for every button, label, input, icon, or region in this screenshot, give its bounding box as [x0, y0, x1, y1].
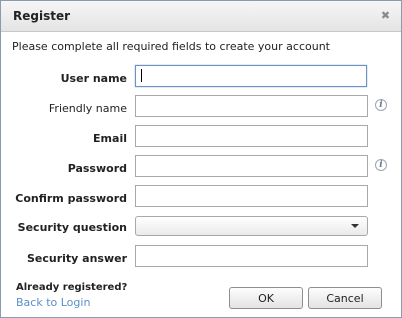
instructions-text: Please complete all required fields to c…: [12, 40, 330, 53]
ok-button[interactable]: OK: [229, 287, 303, 309]
dialog-titlebar: Register ✖: [1, 1, 401, 32]
chevron-down-icon: [351, 224, 359, 228]
security-question-row: Security question: [1, 216, 401, 242]
password-input[interactable]: [135, 155, 368, 177]
text-caret: [141, 69, 142, 82]
friendly-name-label: Friendly name: [48, 102, 127, 115]
user-name-input[interactable]: [135, 65, 367, 87]
confirm-password-input[interactable]: [135, 185, 368, 207]
email-input[interactable]: [135, 125, 368, 147]
user-name-row: User name: [1, 65, 401, 91]
already-registered-text: Already registered?: [16, 282, 128, 293]
security-question-label: Security question: [17, 221, 127, 234]
security-answer-row: Security answer: [1, 245, 401, 271]
confirm-password-label: Confirm password: [15, 192, 127, 205]
password-label: Password: [67, 162, 127, 175]
back-to-login-link[interactable]: Back to Login: [16, 296, 90, 309]
cancel-button[interactable]: Cancel: [308, 287, 382, 309]
friendly-name-input[interactable]: [135, 95, 368, 117]
close-icon[interactable]: ✖: [380, 10, 391, 21]
friendly-name-row: Friendly name i: [1, 95, 401, 121]
confirm-password-row: Confirm password: [1, 185, 401, 211]
info-icon[interactable]: i: [375, 159, 387, 171]
email-label: Email: [93, 132, 127, 145]
password-row: Password i: [1, 155, 401, 181]
dialog-title: Register: [13, 9, 71, 23]
register-dialog: Register ✖ Please complete all required …: [0, 0, 402, 318]
email-row: Email: [1, 125, 401, 151]
security-question-select[interactable]: [135, 216, 368, 236]
security-answer-input[interactable]: [135, 245, 368, 267]
security-answer-label: Security answer: [26, 252, 127, 265]
user-name-label: User name: [60, 72, 127, 85]
info-icon[interactable]: i: [375, 99, 387, 111]
